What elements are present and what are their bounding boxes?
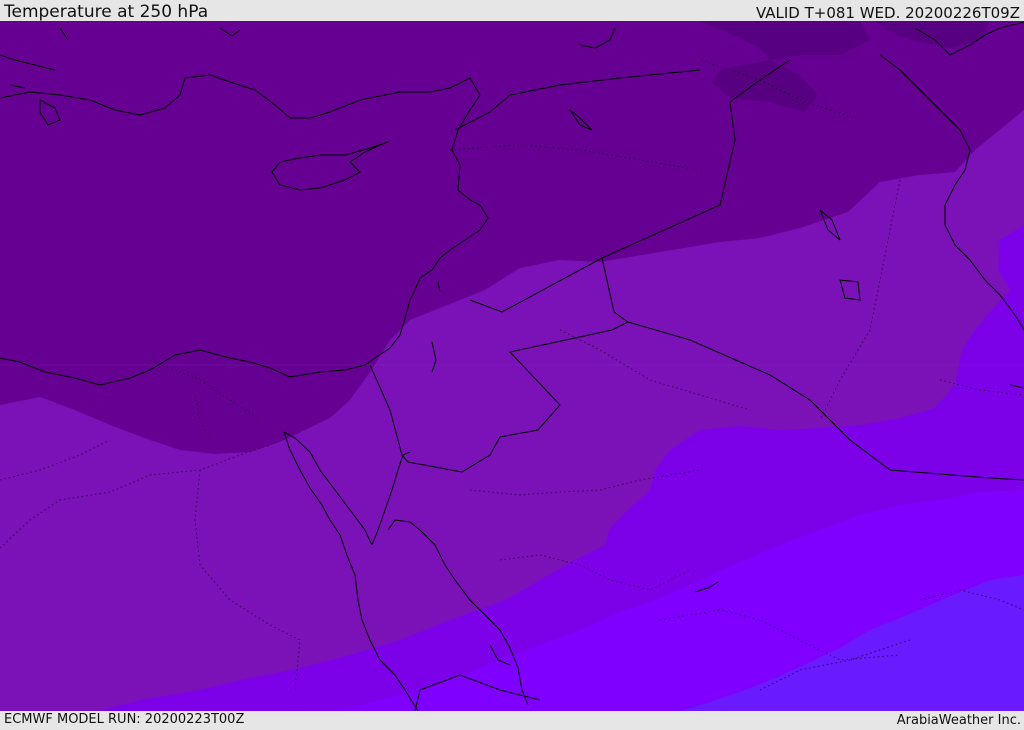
header-bar: Temperature at 250 hPa VALID T+081 WED. … [0,0,1024,21]
temperature-map [0,21,1024,711]
valid-time: VALID T+081 WED. 20200226T09Z [755,4,1020,22]
footer-bar: ECMWF MODEL RUN: 20200223T00Z ArabiaWeat… [0,711,1024,729]
model-run: ECMWF MODEL RUN: 20200223T00Z [4,712,245,727]
map-page: Temperature at 250 hPa VALID T+081 WED. … [0,0,1024,729]
credit: ArabiaWeather Inc. [896,713,1021,728]
map-title: Temperature at 250 hPa [4,2,209,22]
